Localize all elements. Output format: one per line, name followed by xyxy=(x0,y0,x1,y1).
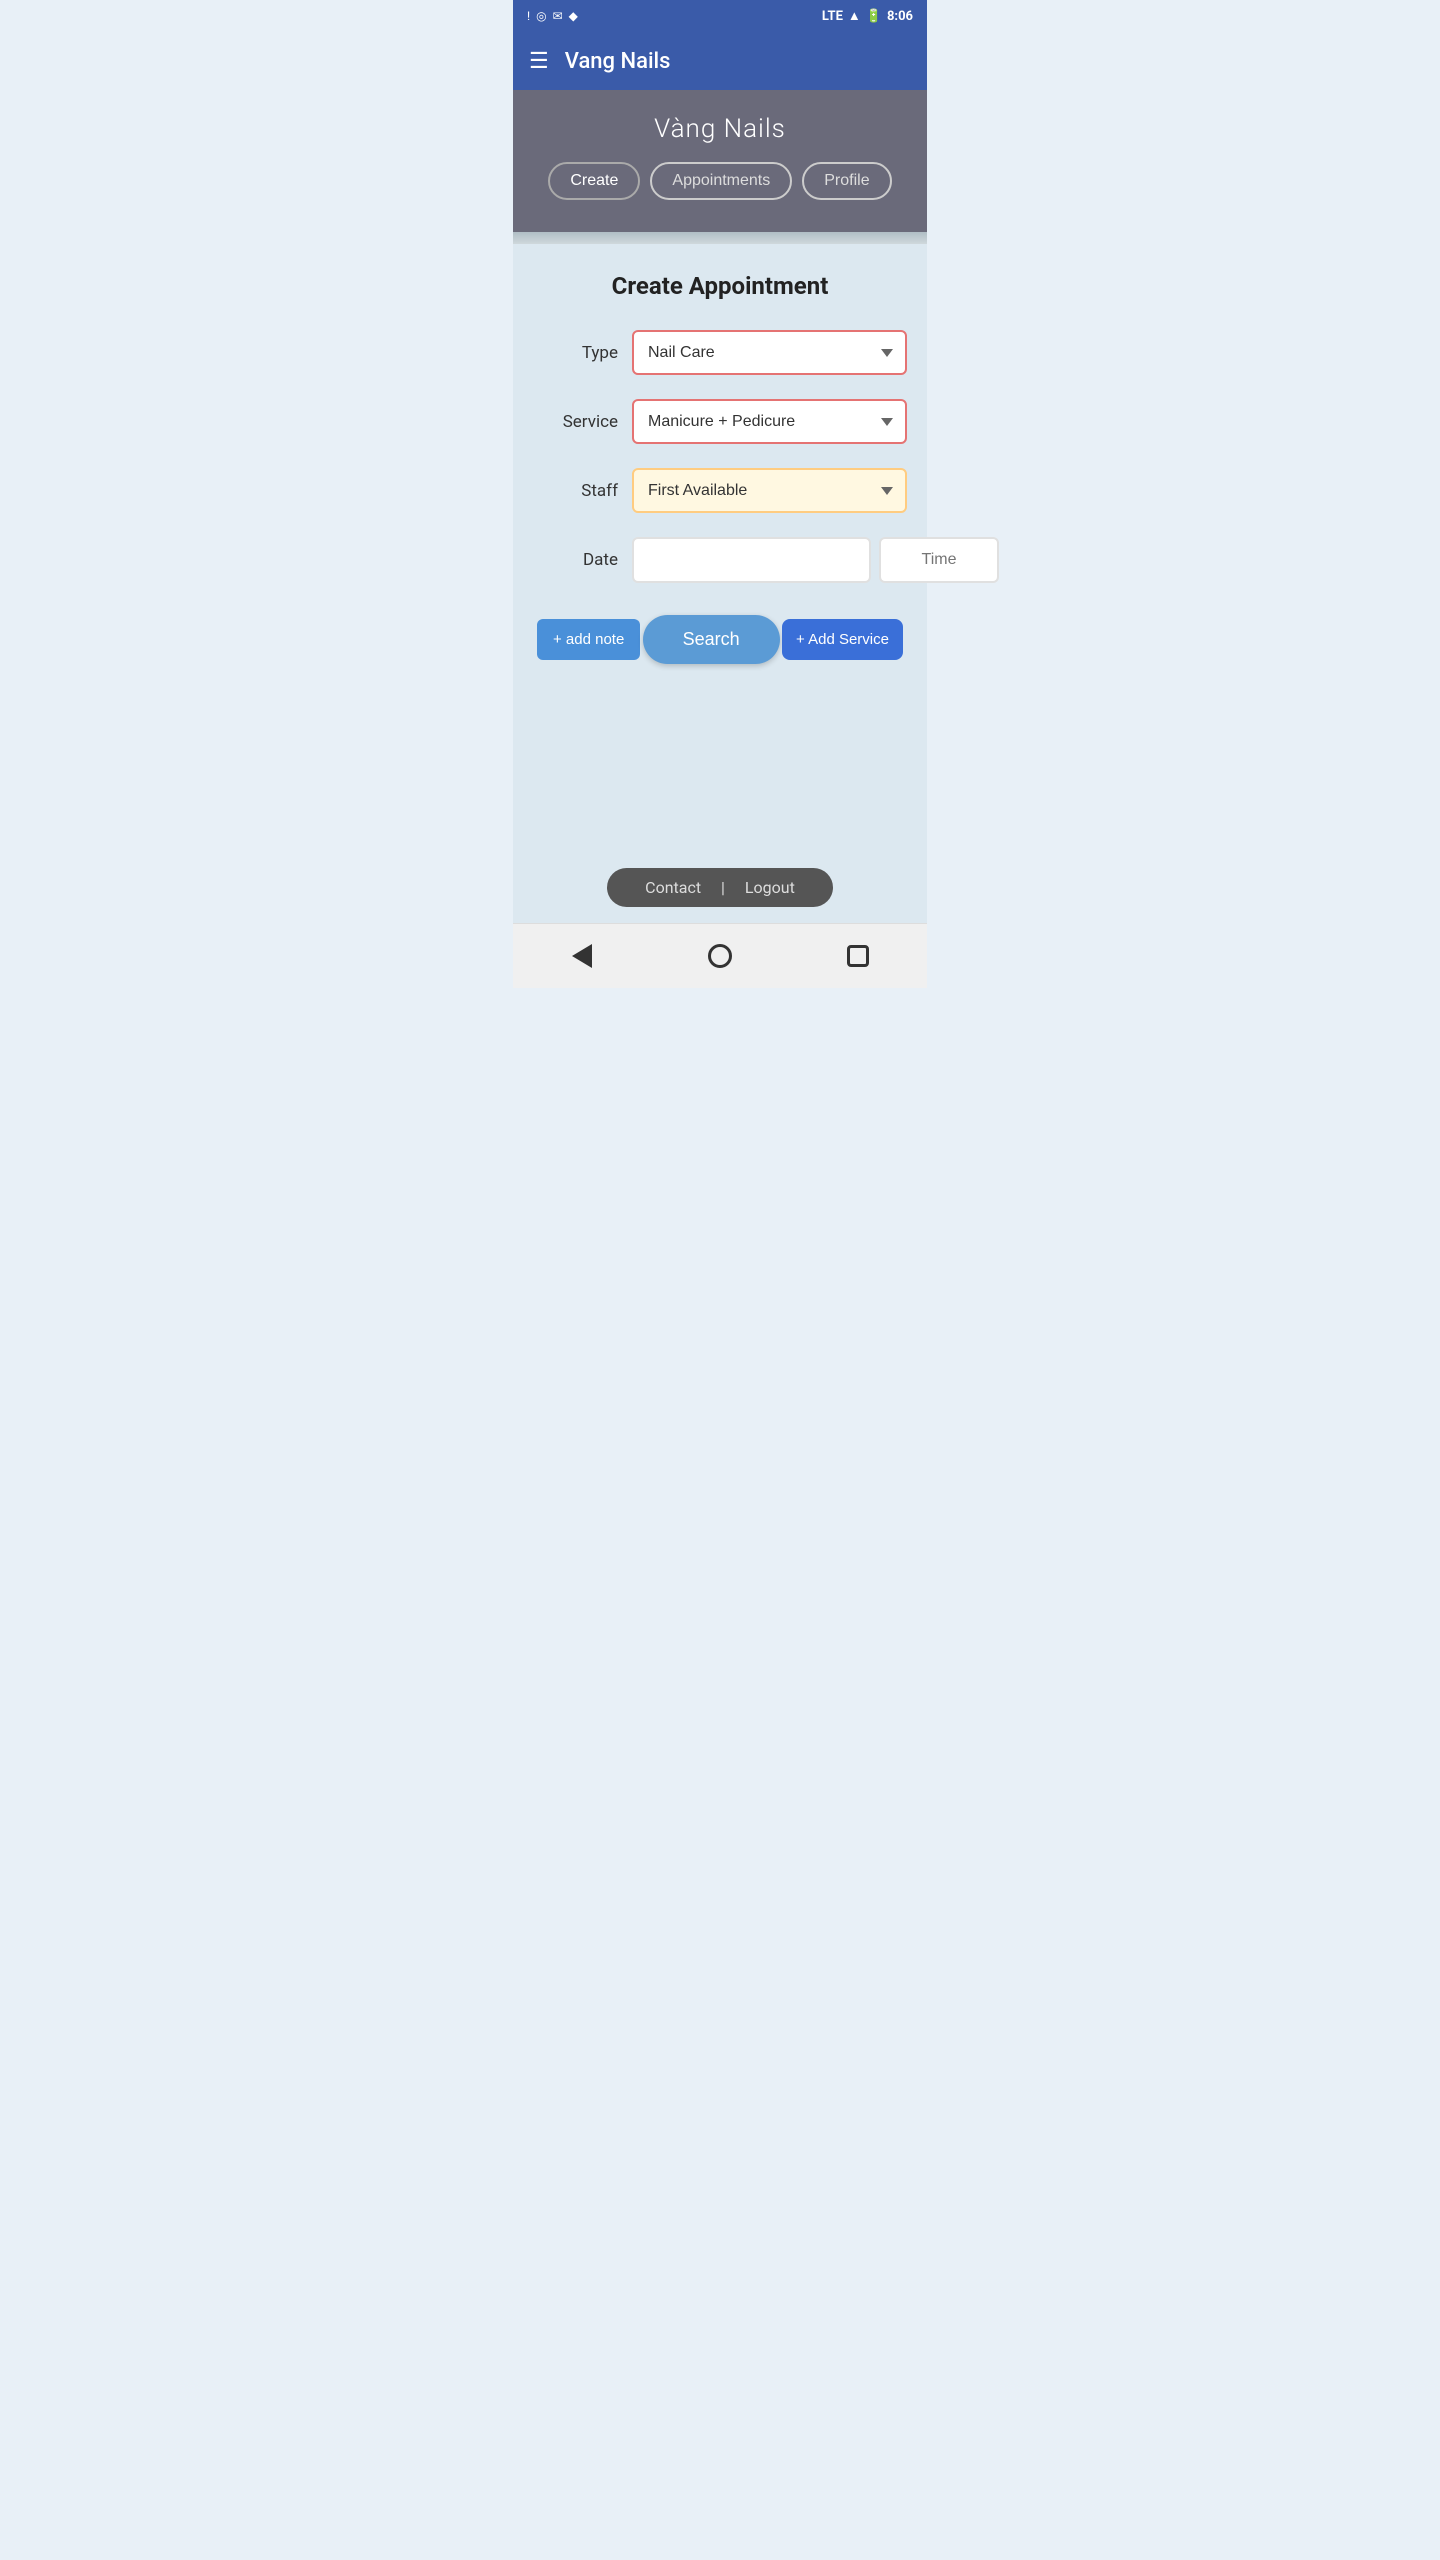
footer-section: Contact | Logout xyxy=(513,844,927,923)
signal-bars: ▲ xyxy=(848,8,861,24)
sync-icon: ◎ xyxy=(536,9,546,23)
recents-button[interactable] xyxy=(838,936,878,976)
battery-icon: 🔋 xyxy=(866,9,882,24)
logout-link[interactable]: Logout xyxy=(745,878,795,897)
clock: 8:06 xyxy=(887,9,913,24)
add-note-button[interactable]: + add note xyxy=(537,619,640,660)
staff-field-row: Staff First Available Any Staff xyxy=(533,468,907,513)
date-field-row: Date xyxy=(533,537,907,583)
service-select[interactable]: Manicure + Pedicure Manicure Pedicure xyxy=(632,399,907,444)
hamburger-menu-icon[interactable]: ☰ xyxy=(529,49,549,74)
status-bar: ! ◎ ✉ ◆ LTE ▲ 🔋 8:06 xyxy=(513,0,927,32)
top-nav: ☰ Vang Nails xyxy=(513,32,927,90)
message-icon: ✉ xyxy=(553,9,563,23)
staff-select[interactable]: First Available Any Staff xyxy=(632,468,907,513)
footer-separator: | xyxy=(721,878,725,897)
main-content: Create Appointment Type Nail Care Hair S… xyxy=(513,244,927,844)
profile-button[interactable]: Profile xyxy=(802,162,891,200)
service-label: Service xyxy=(533,412,618,432)
header-section: Vàng Nails Create Appointments Profile xyxy=(513,90,927,232)
appointments-button[interactable]: Appointments xyxy=(650,162,792,200)
home-button[interactable] xyxy=(700,936,740,976)
app-icon: ◆ xyxy=(569,9,578,23)
type-label: Type xyxy=(533,343,618,363)
nav-title: Vang Nails xyxy=(565,49,671,74)
header-buttons: Create Appointments Profile xyxy=(529,162,911,200)
recents-square-icon xyxy=(847,945,869,967)
create-button[interactable]: Create xyxy=(548,162,640,200)
time-input[interactable] xyxy=(879,537,999,583)
system-nav-bar xyxy=(513,923,927,988)
back-triangle-icon xyxy=(572,944,592,968)
date-label: Date xyxy=(533,550,618,570)
divider xyxy=(513,232,927,244)
type-field-row: Type Nail Care Hair Spa xyxy=(533,330,907,375)
type-select[interactable]: Nail Care Hair Spa xyxy=(632,330,907,375)
search-button[interactable]: Search xyxy=(643,615,780,664)
footer-links: Contact | Logout xyxy=(607,868,833,907)
notification-icon: ! xyxy=(527,9,530,23)
service-field-row: Service Manicure + Pedicure Manicure Ped… xyxy=(533,399,907,444)
add-service-button[interactable]: + Add Service xyxy=(782,619,903,660)
home-circle-icon xyxy=(708,944,732,968)
contact-link[interactable]: Contact xyxy=(645,878,701,897)
status-bar-left: ! ◎ ✉ ◆ xyxy=(527,9,578,23)
date-input[interactable] xyxy=(632,537,871,583)
lte-indicator: LTE xyxy=(822,9,843,24)
back-button[interactable] xyxy=(562,936,602,976)
action-row: + add note Search + Add Service xyxy=(533,615,907,664)
form-title: Create Appointment xyxy=(533,272,907,300)
salon-name-header: Vàng Nails xyxy=(529,114,911,144)
staff-label: Staff xyxy=(533,481,618,501)
status-bar-right: LTE ▲ 🔋 8:06 xyxy=(822,8,913,24)
